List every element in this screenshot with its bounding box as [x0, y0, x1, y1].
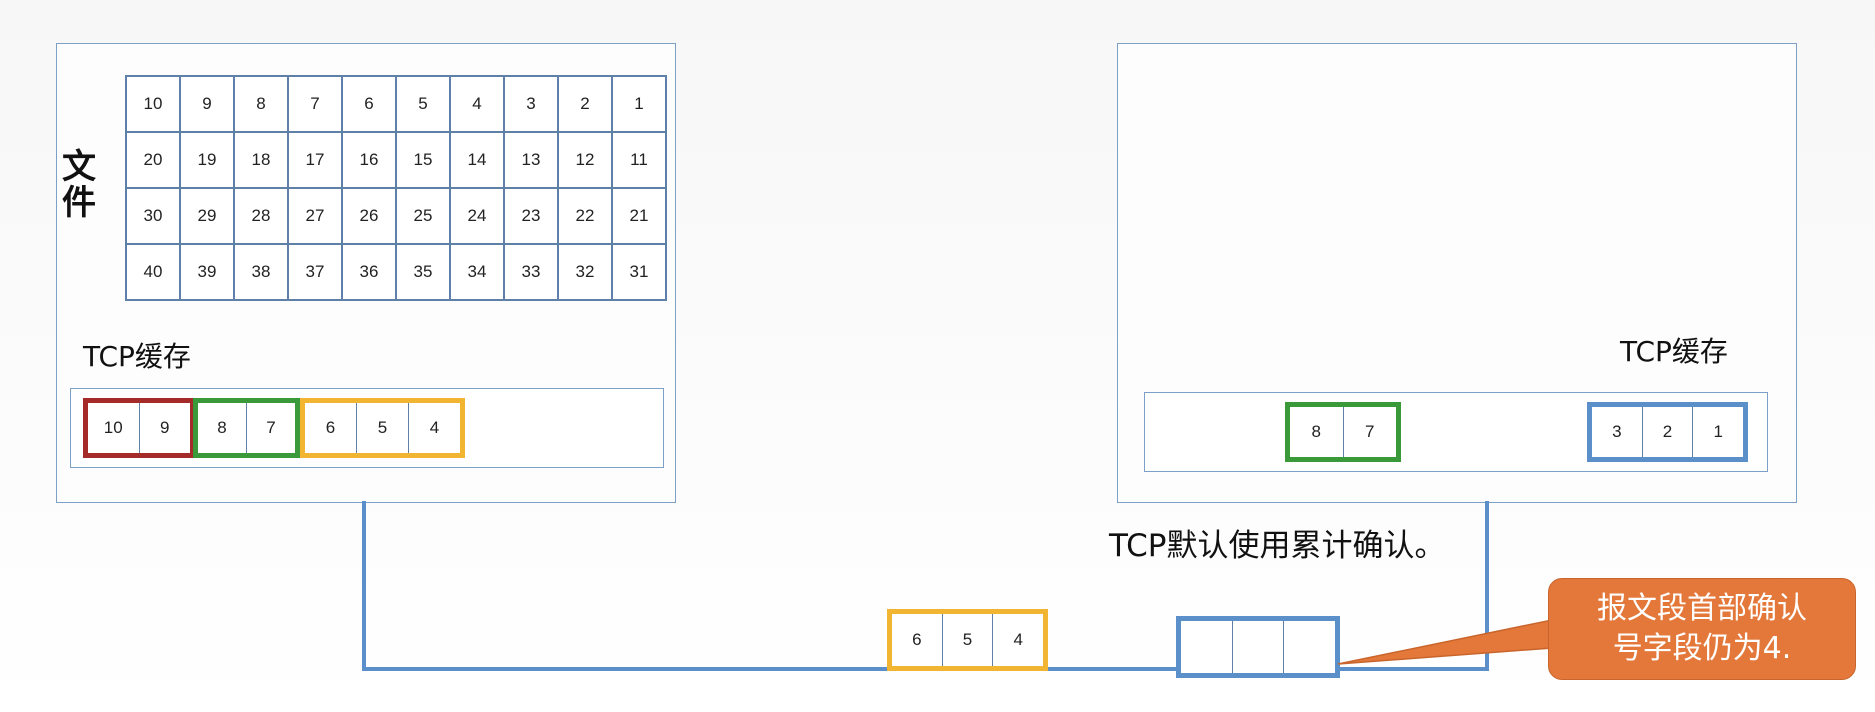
ack-callout: 报文段首部确认 号字段仍为4. [1548, 578, 1856, 680]
callout-line-1: 报文段首部确认 [1597, 591, 1807, 626]
callout-line-2: 号字段仍为4. [1612, 631, 1792, 666]
